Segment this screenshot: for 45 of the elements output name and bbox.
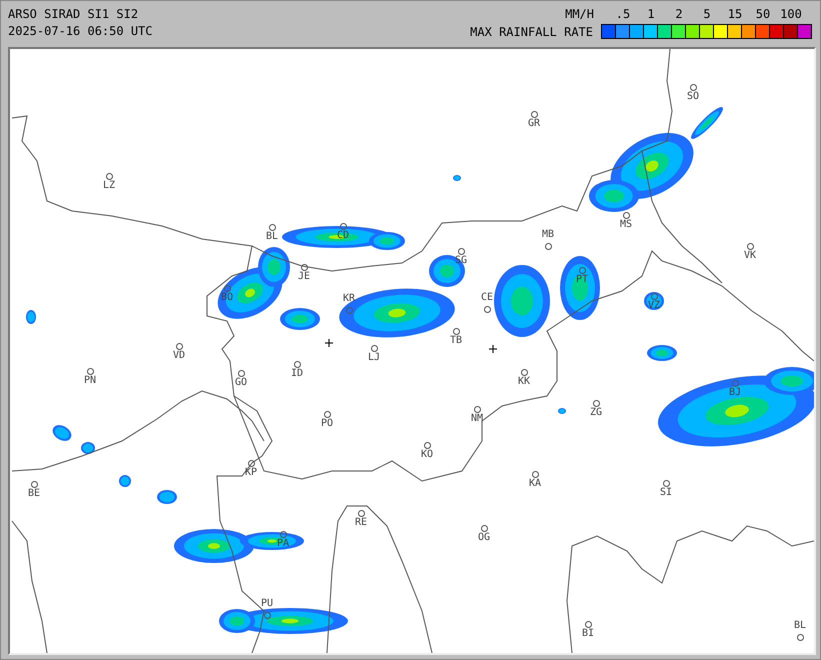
legend-tick-label: 1 (646, 7, 656, 21)
city-label: KO (420, 449, 434, 461)
city-label: VK (742, 250, 758, 262)
legend-tick-label: 50 (754, 7, 772, 21)
city-label: RE (354, 517, 368, 529)
city-label: KA (528, 478, 542, 490)
city-label: LJ (366, 352, 382, 364)
city-label: MB (540, 229, 556, 241)
city-label: PO (320, 418, 334, 430)
city-label: LZ (102, 180, 116, 192)
city-label: BL (264, 231, 280, 243)
legend-tick-label: 5 (702, 7, 712, 21)
city-label: ZG (588, 407, 604, 419)
city-label: KK (516, 376, 532, 388)
city-label: CE (480, 292, 494, 304)
city-label: SI (658, 487, 674, 499)
city-label: VD (172, 350, 186, 362)
city-label: KP (244, 467, 258, 479)
city-label: PA (276, 538, 290, 550)
city-label: TB (448, 335, 464, 347)
legend-tick-label: 100 (779, 7, 803, 21)
city-label: BL (792, 620, 808, 632)
city-label: BJ (728, 387, 742, 399)
city-label: MS (618, 219, 634, 231)
legend-tick-label: 2 (674, 7, 684, 21)
city-label: BI (580, 628, 596, 640)
city-label: BE (26, 488, 42, 500)
city-label: OG (476, 532, 492, 544)
legend-tick-label: 15 (726, 7, 744, 21)
city-label: PN (82, 375, 98, 387)
city-label: VZ (646, 300, 662, 312)
legend-caption: MAX RAINFALL RATE (470, 24, 593, 38)
city-label: ID (290, 368, 304, 380)
city-label: NM (470, 413, 484, 425)
city-label: JE (296, 271, 312, 283)
city-label: PU (260, 598, 274, 610)
city-label: GR (526, 118, 542, 130)
city-label: KR (342, 293, 356, 305)
unit-label: MM/H (565, 7, 594, 21)
timestamp: 2025-07-16 06:50 UTC (8, 24, 152, 38)
legend-tick-label: .5 (614, 7, 632, 21)
city-label: SO (686, 91, 700, 103)
city-label: GO (234, 377, 248, 389)
city-label: BO (220, 292, 234, 304)
radar-title: ARSO SIRAD SI1 SI2 (8, 7, 140, 21)
